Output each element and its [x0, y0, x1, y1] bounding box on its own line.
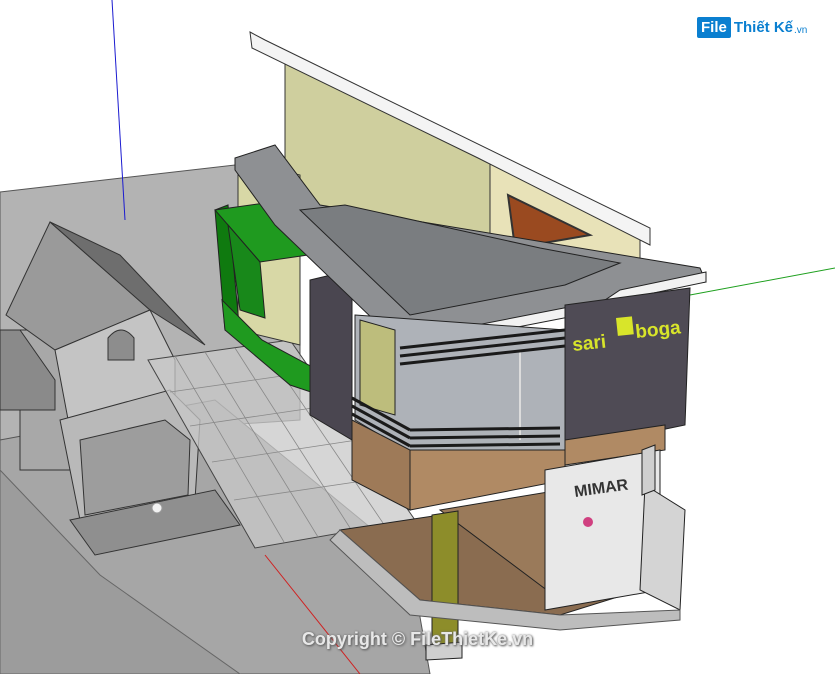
logo-suffix: .vn: [794, 25, 808, 36]
side-wall-right: [639, 484, 686, 611]
3d-model-scene: sari boga MIMAR: [0, 0, 835, 674]
green-axis: [689, 267, 835, 296]
side-pillar: [641, 444, 656, 496]
store-sign-dot: [583, 517, 593, 527]
logo-text: Thiết Kế: [733, 18, 794, 36]
brand-text-left: sari: [571, 332, 607, 356]
model-viewport[interactable]: sari boga MIMAR File Thiết Kế .vn Copyri…: [0, 0, 835, 674]
sign-panel: [564, 287, 691, 451]
filethietke-logo: File Thiết Kế .vn: [697, 14, 807, 40]
copyright-watermark: Copyright © FileThietKe.vn: [301, 629, 534, 649]
brand-logo-mark: [616, 316, 634, 336]
glass-inner-wall: [359, 319, 396, 416]
logo-box: File: [697, 16, 731, 38]
dark-cladding-panel: [309, 269, 353, 441]
neighbor-arch-window: [107, 329, 135, 361]
sphere-marker: [151, 502, 163, 514]
